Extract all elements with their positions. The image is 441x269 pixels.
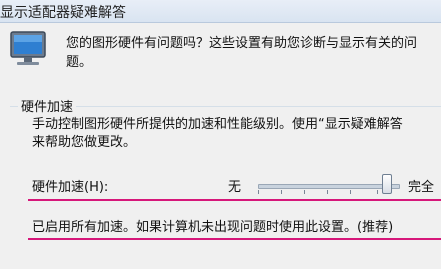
- acceleration-description: 手动控制图形硬件所提供的加速和性能级别。使用“显示疑难解答 来帮助您做更改。: [32, 116, 441, 152]
- intro-line: 您的图形硬件有问题吗？这些设置有助您诊断与显示有关的问: [66, 36, 418, 51]
- hardware-acceleration-group: 硬件加速 手动控制图形硬件所提供的加速和性能级别。使用“显示疑难解答 来帮助您做…: [10, 96, 441, 266]
- intro-line: 题。: [66, 55, 93, 70]
- window-title: 显示适配器疑难解答: [0, 5, 126, 21]
- acceleration-slider-label: 硬件加速(H):: [32, 180, 109, 195]
- annotation-underline: [28, 199, 441, 201]
- group-label: 硬件加速: [18, 96, 77, 115]
- title-bar: 显示适配器疑难解答: [0, 0, 441, 23]
- acceleration-slider-track[interactable]: [258, 184, 400, 189]
- intro-text: 您的图形硬件有问题吗？这些设置有助您诊断与显示有关的问 题。: [66, 34, 441, 72]
- slider-max-label: 完全: [408, 180, 435, 195]
- slider-min-label: 无: [228, 180, 242, 195]
- annotation-underline: [28, 238, 441, 240]
- slider-ticks: [258, 190, 400, 194]
- acceleration-slider-thumb[interactable]: [382, 174, 392, 194]
- description-line: 来帮助您做更改。: [32, 135, 137, 150]
- monitor-icon: [10, 31, 46, 65]
- description-line: 手动控制图形硬件所提供的加速和性能级别。使用“显示疑难解答: [32, 117, 403, 132]
- acceleration-status-text: 已启用所有加速。如果计算机未出现问题时使用此设置。(推荐): [32, 220, 394, 235]
